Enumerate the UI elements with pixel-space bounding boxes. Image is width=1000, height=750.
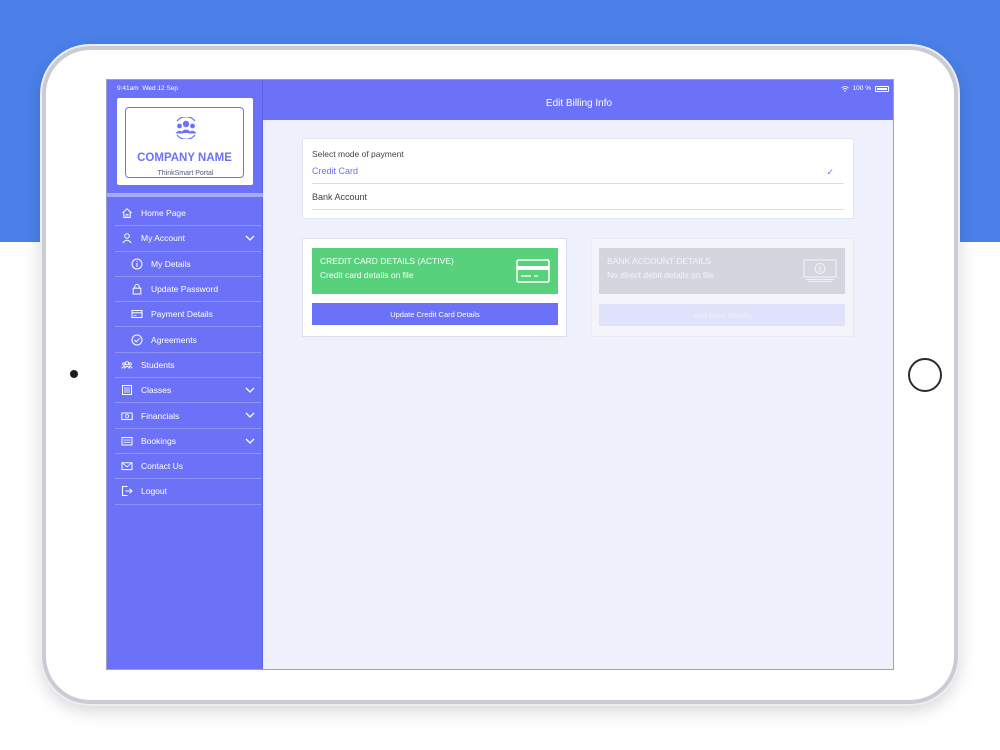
bank-account-banner: BANK ACCOUNT DETAILS No direct debit det… — [599, 248, 845, 294]
mail-icon — [121, 460, 133, 472]
sidebar-divider — [107, 193, 263, 197]
bank-account-subtitle: No direct debit details on file. — [607, 270, 717, 280]
credit-card-details-card: CREDIT CARD DETAILS (ACTIVE) Credit card… — [302, 238, 567, 337]
sidebar-item-home[interactable]: Home Page — [115, 201, 261, 227]
checkmark-icon: ✓ — [826, 167, 834, 177]
group-icon — [121, 359, 133, 371]
sidebar-item-label: Students — [141, 359, 175, 370]
payment-mode-card: Select mode of payment Credit Card ✓ Ban… — [302, 138, 854, 219]
sidebar-item-financials[interactable]: Financials — [115, 403, 261, 429]
time-text: 9:41am — [117, 85, 139, 92]
info-icon — [131, 258, 143, 270]
sidebar-item-label: My Account — [141, 233, 185, 244]
check-circle-icon — [131, 334, 143, 346]
home-icon — [121, 207, 133, 219]
sidebar-item-label: Contact Us — [141, 461, 184, 472]
chevron-down-icon[interactable] — [245, 234, 255, 242]
page-title: Edit Billing Info — [545, 98, 613, 109]
credit-card-icon — [516, 259, 550, 283]
option-label: Credit Card — [312, 166, 359, 176]
card-icon — [131, 308, 143, 320]
sidebar-item-agreements[interactable]: Agreements — [115, 327, 261, 353]
sidebar-item-students[interactable]: Students — [115, 353, 261, 379]
svg-text:$: $ — [818, 266, 822, 273]
logo-frame: COMPANY NAME ThinkSmart Portal — [125, 107, 244, 178]
sidebar-item-label: Payment Details — [151, 309, 213, 320]
sidebar-item-label: Bookings — [141, 435, 176, 446]
app-screen: 9:41am Wed 12 Sep COMPANY NAME ThinkSmar… — [106, 79, 894, 670]
logo-card: COMPANY NAME ThinkSmart Portal — [117, 98, 253, 185]
status-indicators: 100 % — [840, 85, 889, 92]
sidebar-item-classes[interactable]: Classes — [115, 378, 261, 404]
sidebar-item-label: Classes — [141, 385, 172, 396]
sidebar-menu: Home Page My Account My Details Update P… — [115, 201, 261, 505]
users-logo-icon — [175, 117, 197, 139]
payment-option-bank-account[interactable]: Bank Account — [312, 185, 844, 210]
sidebar-item-bookings[interactable]: Bookings — [115, 429, 261, 454]
logout-icon — [121, 485, 133, 497]
credit-card-title: CREDIT CARD DETAILS (ACTIVE) — [320, 256, 454, 266]
sidebar-item-payment-details[interactable]: Payment Details — [115, 302, 261, 328]
option-label: Bank Account — [312, 192, 368, 202]
banknote-icon: $ — [803, 259, 837, 282]
battery-percent: 100 % — [852, 85, 871, 92]
credit-card-banner: CREDIT CARD DETAILS (ACTIVE) Credit card… — [312, 248, 558, 294]
chevron-down-icon[interactable] — [245, 411, 255, 419]
money-icon — [121, 410, 133, 422]
status-time: 9:41am Wed 12 Sep — [117, 85, 178, 92]
add-bank-details-button[interactable]: Add Bank Details — [599, 304, 845, 326]
payment-mode-label: Select mode of payment — [312, 149, 404, 159]
sidebar-item-update-password[interactable]: Update Password — [115, 277, 261, 303]
sidebar-item-label: My Details — [151, 258, 191, 269]
battery-icon — [875, 85, 889, 92]
update-credit-card-button[interactable]: Update Credit Card Details — [312, 303, 558, 325]
sidebar-item-label: Agreements — [151, 334, 197, 345]
sidebar-item-my-details[interactable]: My Details — [115, 252, 261, 277]
top-bar: 100 % Edit Billing Info — [263, 80, 893, 120]
camera-dot — [70, 370, 78, 378]
sidebar-item-label: Financials — [141, 410, 180, 421]
sidebar-item-my-account[interactable]: My Account — [115, 226, 261, 252]
sidebar-item-contact-us[interactable]: Contact Us — [115, 454, 261, 480]
credit-card-subtitle: Credit card details on file — [320, 270, 414, 280]
company-name: COMPANY NAME — [137, 152, 232, 164]
bank-account-details-card: BANK ACCOUNT DETAILS No direct debit det… — [591, 238, 854, 337]
lock-icon — [131, 283, 143, 295]
chevron-down-icon[interactable] — [245, 386, 255, 394]
sidebar-item-label: Logout — [141, 486, 167, 497]
sidebar-item-label: Home Page — [141, 208, 186, 219]
date-text: Wed 12 Sep — [142, 85, 178, 92]
payment-option-credit-card[interactable]: Credit Card ✓ — [312, 159, 844, 184]
home-button[interactable] — [908, 358, 942, 392]
bookings-icon — [121, 435, 133, 447]
list-icon — [121, 384, 133, 396]
chevron-down-icon[interactable] — [245, 437, 255, 445]
user-icon — [121, 232, 133, 244]
wifi-icon — [840, 85, 849, 92]
bank-account-title: BANK ACCOUNT DETAILS — [607, 256, 712, 266]
sidebar-item-label: Update Password — [151, 284, 219, 295]
sidebar-item-logout[interactable]: Logout — [115, 479, 261, 505]
sidebar: 9:41am Wed 12 Sep COMPANY NAME ThinkSmar… — [107, 80, 263, 669]
portal-name: ThinkSmart Portal — [146, 170, 225, 177]
